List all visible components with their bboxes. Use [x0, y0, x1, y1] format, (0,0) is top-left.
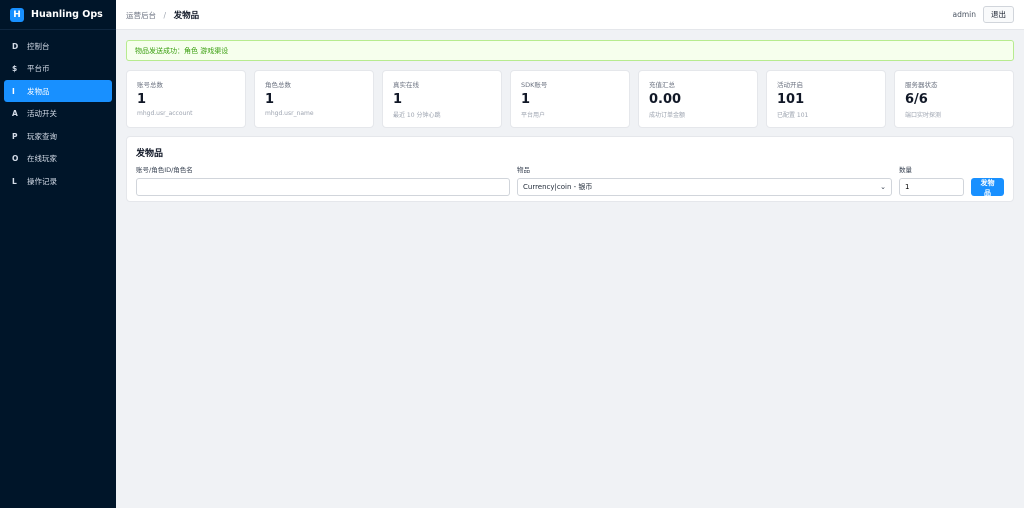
item-select[interactable]: Currency|coin - 银币 ⌄: [517, 178, 892, 196]
stat-value: 1: [265, 92, 275, 107]
send-item-button[interactable]: 发物品: [971, 178, 1004, 197]
stat-card-online: 真实在线 1 最近 10 分钟心跳: [382, 70, 502, 128]
menu-key-icon: P: [12, 131, 18, 141]
stat-label: 服务器状态: [905, 81, 938, 89]
stat-value: 1: [393, 92, 403, 107]
sidebar-item-label: 发物品: [27, 86, 50, 96]
sidebar-menu: D 控制台 $ 平台币 I 发物品 A 活动开关 P 玩家查询 O 在线玩家 L…: [0, 30, 116, 192]
sidebar-item-label: 平台币: [27, 64, 50, 73]
stat-sub: 平台用户: [521, 112, 546, 119]
stat-card-roles: 角色总数 1 mhgd.usr_name: [254, 70, 374, 128]
stat-card-server-status: 服务器状态 6/6 端口实时探测: [894, 70, 1014, 128]
chevron-down-icon: ⌄: [880, 183, 886, 191]
page-title: 发物品: [173, 10, 200, 21]
panel-title: 发物品: [136, 149, 164, 159]
stat-label: 账号总数: [137, 81, 163, 89]
stat-value: 6/6: [905, 92, 928, 107]
item-label: 物品: [517, 166, 530, 174]
sidebar-item-label: 操作记录: [27, 176, 57, 186]
sidebar-item-label: 控制台: [27, 41, 50, 51]
top-header: 运营后台 / 发物品 admin 退出: [116, 0, 1024, 30]
stat-sub: 最近 10 分钟心跳: [393, 112, 441, 119]
header-user-area: admin 退出: [952, 6, 1014, 23]
account-field: 账号/角色ID/角色名: [136, 164, 510, 196]
menu-key-icon: O: [12, 154, 19, 163]
user-name: admin: [952, 10, 977, 19]
quantity-field: 数量: [899, 164, 964, 196]
stats-row: 账号总数 1 mhgd.usr_account 角色总数 1 mhgd.usr_…: [126, 70, 1014, 128]
quantity-input[interactable]: [899, 178, 964, 196]
account-input[interactable]: [136, 178, 510, 196]
stat-card-recharge: 充值汇总 0.00 成功订单金额: [638, 70, 758, 128]
brand-name: Huanling Ops: [31, 9, 103, 20]
brand: H Huanling Ops: [0, 0, 116, 30]
stat-label: 角色总数: [265, 81, 291, 89]
menu-key-icon: A: [12, 109, 18, 118]
menu-key-icon: D: [12, 41, 19, 51]
breadcrumb-separator: /: [163, 10, 167, 20]
stat-sub: 端口实时探测: [905, 112, 942, 119]
sidebar-item-platform-coin[interactable]: $ 平台币: [4, 58, 112, 80]
stat-label: 活动开启: [777, 81, 803, 89]
item-selected-value: Currency|coin - 银币: [523, 183, 593, 191]
stat-value: 1: [521, 92, 531, 107]
quantity-label: 数量: [899, 166, 912, 174]
sidebar-item-activity-switch[interactable]: A 活动开关: [4, 103, 112, 125]
account-label: 账号/角色ID/角色名: [136, 166, 193, 174]
stat-card-sdk: SDK账号 1 平台用户: [510, 70, 630, 128]
menu-key-icon: L: [12, 176, 17, 186]
stat-value: 0.00: [649, 92, 682, 107]
stat-sub: 成功订单金额: [649, 112, 686, 119]
send-item-panel: 发物品 账号/角色ID/角色名 物品 Currency|coin - 银币 ⌄ …: [126, 136, 1014, 202]
breadcrumb: 运营后台 / 发物品: [126, 9, 199, 21]
sidebar: H Huanling Ops D 控制台 $ 平台币 I 发物品 A 活动开关 …: [0, 0, 116, 508]
sidebar-item-online-players[interactable]: O 在线玩家: [4, 148, 112, 170]
stat-sub: mhgd.usr_account: [137, 110, 193, 117]
stat-value: 101: [777, 92, 805, 107]
menu-key-icon: I: [12, 86, 15, 96]
item-field: 物品 Currency|coin - 银币 ⌄: [517, 164, 892, 196]
stat-sub: mhgd.usr_name: [265, 110, 314, 117]
stat-card-activities: 活动开启 101 已配置 101: [766, 70, 886, 128]
sidebar-item-label: 玩家查询: [27, 131, 57, 141]
logout-button[interactable]: 退出: [983, 6, 1014, 23]
stat-value: 1: [137, 92, 147, 107]
breadcrumb-parent[interactable]: 运营后台: [126, 11, 156, 20]
sidebar-item-label: 活动开关: [27, 109, 57, 118]
menu-key-icon: $: [12, 64, 18, 73]
sidebar-item-send-items[interactable]: I 发物品: [4, 80, 112, 102]
main-content: 物品发送成功：角色 游戏渠设 账号总数 1 mhgd.usr_account 角…: [116, 30, 1024, 508]
sidebar-item-operation-log[interactable]: L 操作记录: [4, 170, 112, 192]
brand-logo-icon: H: [10, 7, 24, 22]
stat-label: SDK账号: [521, 81, 548, 89]
sidebar-item-dashboard[interactable]: D 控制台: [4, 35, 112, 57]
stat-sub: 已配置 101: [777, 112, 809, 119]
stat-card-accounts: 账号总数 1 mhgd.usr_account: [126, 70, 246, 128]
sidebar-item-label: 在线玩家: [27, 154, 57, 163]
send-item-form: 账号/角色ID/角色名 物品 Currency|coin - 银币 ⌄ 数量 发…: [136, 164, 1004, 197]
sidebar-item-player-search[interactable]: P 玩家查询: [4, 125, 112, 147]
stat-label: 充值汇总: [649, 81, 675, 89]
stat-label: 真实在线: [393, 81, 419, 89]
success-alert: 物品发送成功：角色 游戏渠设: [126, 40, 1014, 61]
